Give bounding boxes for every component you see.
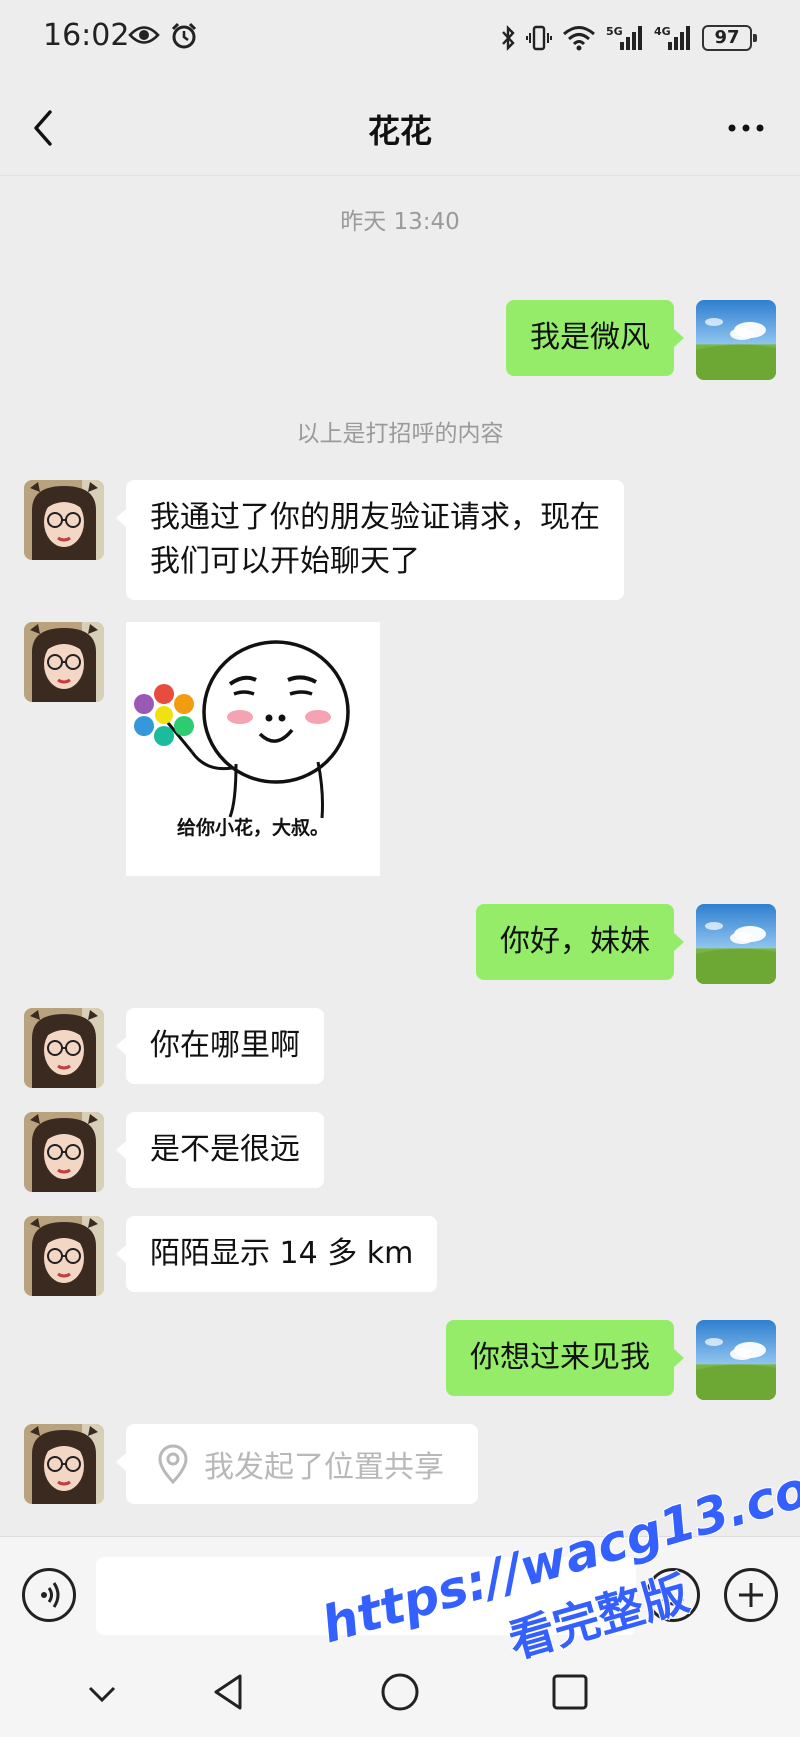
message-bubble-incoming[interactable]: 你在哪里啊 [116,1008,324,1084]
my-avatar[interactable] [696,300,776,380]
location-share-message[interactable]: 我发起了位置共享 [116,1424,478,1504]
more-icon[interactable] [726,118,766,138]
message-bubble-outgoing[interactable]: 我是微风 [506,300,684,376]
vibrate-icon [526,25,552,51]
status-bar: 16:02 5G 4G 97 [0,0,800,80]
home-circle-icon[interactable] [378,1670,422,1714]
message-text: 你好，妹妹 [500,924,650,959]
svg-text:4G: 4G [654,25,671,38]
message-text: 你想过来见我 [470,1340,650,1375]
location-share-text: 我发起了位置共享 [204,1450,444,1485]
contact-avatar[interactable] [24,622,104,702]
message-bubble-incoming[interactable]: 我通过了你的朋友验证请求，现在 我们可以开始聊天了 [116,480,624,600]
chat-header: 花花 [0,80,800,176]
collapse-chevron-icon[interactable] [82,1680,122,1710]
my-avatar[interactable] [696,1320,776,1400]
contact-avatar[interactable] [24,1008,104,1088]
battery-level: 97 [714,27,740,48]
contact-avatar[interactable] [24,1112,104,1192]
message-input[interactable] [96,1557,636,1635]
message-bubble-outgoing[interactable]: 你想过来见我 [446,1320,684,1396]
sticker-message[interactable]: 给你小花，大叔。 [126,622,380,876]
chat-title[interactable]: 花花 [0,106,800,152]
contact-avatar[interactable] [24,480,104,560]
message-bubble-outgoing[interactable]: 你好，妹妹 [476,904,684,980]
signal-4g-icon: 4G [654,25,690,50]
timestamp: 昨天 13:40 [340,209,460,235]
back-triangle-icon[interactable] [208,1670,248,1714]
plus-icon[interactable] [724,1568,778,1622]
greeting-note: 以上是打招呼的内容 [296,421,504,447]
message-line: 我通过了你的朋友验证请求，现在 [150,500,600,535]
message-list[interactable]: 昨天 13:40 我是微风 以上是打招呼的内容 我通过了你的朋友验证请求，现在 … [0,176,800,1536]
message-text: 我是微风 [530,320,650,355]
recents-square-icon[interactable] [548,1670,592,1714]
svg-text:5G: 5G [606,25,623,38]
alarm-icon [171,22,197,49]
signal-5g-icon: 5G [606,25,642,50]
wifi-icon [563,26,595,51]
status-time: 16:02 [43,18,130,53]
voice-icon[interactable] [22,1568,76,1622]
message-text: 是不是很远 [150,1132,300,1167]
emoji-icon[interactable] [646,1568,700,1622]
location-pin-icon [158,1444,188,1484]
my-avatar[interactable] [696,904,776,984]
message-text: 你在哪里啊 [150,1028,300,1063]
system-navigation-bar [0,1652,800,1737]
message-line: 我们可以开始聊天了 [150,544,420,579]
message-text: 陌陌显示 14 多 km [150,1236,414,1271]
battery-icon: 97 [702,25,757,51]
input-bar [0,1536,800,1652]
contact-avatar[interactable] [24,1424,104,1504]
contact-avatar[interactable] [24,1216,104,1296]
sticker-caption: 给你小花，大叔。 [176,817,329,839]
message-bubble-incoming[interactable]: 是不是很远 [116,1112,324,1188]
bluetooth-icon [502,25,515,51]
eye-icon [128,26,160,44]
message-bubble-incoming[interactable]: 陌陌显示 14 多 km [115,1216,438,1292]
